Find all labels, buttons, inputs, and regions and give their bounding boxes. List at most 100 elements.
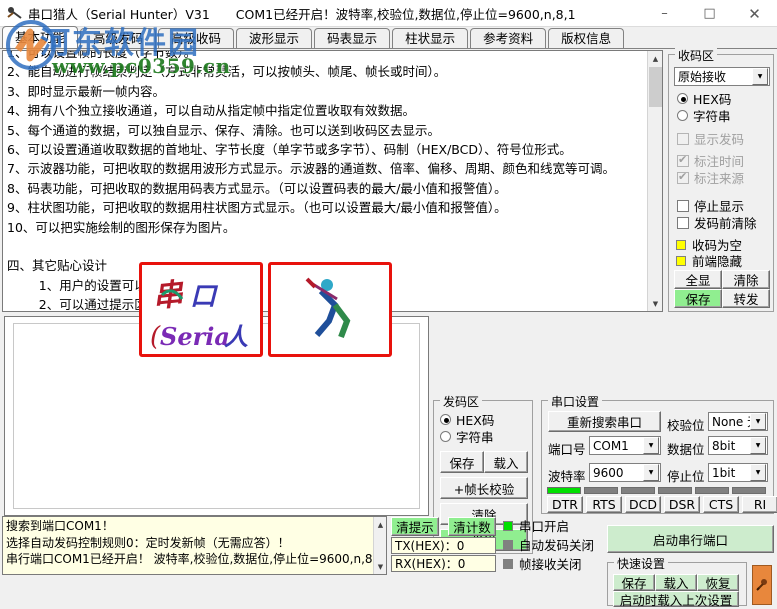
checkbox-indicator[interactable] [677, 199, 689, 212]
check-stop-display[interactable]: 停止显示 [677, 197, 744, 214]
serial-hunter-logo-image: 串 口 ( Seria 人 [150, 277, 248, 352]
load-last-settings-button[interactable]: 启动时载入上次设置 [613, 591, 739, 608]
checkbox-indicator [677, 132, 689, 145]
send-format-hex[interactable]: HEX码 [440, 411, 494, 428]
status-log-panel: 搜索到端口COM1！ 选择自动发码控制规则0：定时发新帧（无需应答）！ 串行端口… [2, 516, 387, 575]
clear-hint-button[interactable]: 清提示 [391, 517, 439, 536]
status-log-text: 搜索到端口COM1！ 选择自动发码控制规则0：定时发新帧（无需应答）！ 串行端口… [6, 519, 384, 566]
parity-combo[interactable]: None 无 ▼ [708, 412, 768, 431]
scroll-up-icon[interactable]: ▲ [648, 51, 662, 66]
scroll-down-icon[interactable]: ▼ [648, 296, 662, 311]
data-bits-combo[interactable]: 8bit ▼ [708, 436, 768, 455]
maximize-button[interactable]: □ [687, 0, 732, 27]
led-dtr-icon [547, 487, 581, 494]
info-panel-scrollbar[interactable]: ▲ ▼ [647, 51, 662, 311]
receive-format-string-label: 字符串 [693, 109, 731, 124]
check-clear-before-send[interactable]: 发码前清除 [677, 214, 757, 231]
baud-rate-value: 9600 [593, 465, 624, 480]
tab-basic-functions[interactable]: 基本功能 [2, 26, 79, 48]
led-dsr-icon [658, 487, 692, 494]
led-frame-receive-off: 帧接收关闭 [503, 555, 582, 572]
status-led-icon [676, 239, 686, 250]
show-all-button[interactable]: 全显 [674, 270, 722, 289]
receive-code-group-label: 收码区 [675, 47, 718, 64]
chevron-down-icon[interactable]: ▼ [752, 68, 768, 85]
receive-format-hex[interactable]: HEX码 [677, 90, 731, 107]
checkbox-indicator [677, 153, 689, 167]
data-bits-value: 8bit [712, 438, 736, 453]
status-led-icon [503, 539, 513, 550]
tab-waveform-display[interactable]: 波形显示 [236, 28, 313, 48]
start-serial-port-button[interactable]: 启动串行端口 [607, 525, 774, 553]
signal-led-strip [547, 487, 766, 494]
receive-code-group: 收码区 原始接收 ▼ HEX码 字符串 显示发码 标注时间 标注来源 停止显示 [668, 47, 774, 312]
stop-bits-label: 停止位 [667, 469, 705, 484]
baud-rate-combo[interactable]: 9600 ▼ [589, 463, 661, 482]
quick-settings-label: 快速设置 [614, 555, 669, 572]
tab-advanced-receive[interactable]: 高级收码 [158, 28, 235, 48]
research-ports-button[interactable]: 重新搜索串口 [548, 411, 661, 432]
port-number-combo[interactable]: COM1 ▼ [589, 436, 661, 455]
pushpin-icon [756, 579, 767, 591]
rx-counter: RX(HEX)：0 [391, 555, 496, 572]
scroll-up-icon[interactable]: ▲ [374, 517, 386, 532]
counters-panel: 清提示 清计数 TX(HEX)：0 RX(HEX)：0 串口开启 自动发码关闭 … [391, 516, 607, 575]
minimize-button[interactable]: – [642, 0, 687, 27]
add-frame-checksum-button[interactable]: +帧长校验 [440, 477, 528, 499]
chevron-down-icon[interactable]: ▼ [750, 464, 766, 481]
rts-button[interactable]: RTS [586, 496, 622, 513]
send-format-string[interactable]: 字符串 [440, 428, 494, 445]
baud-rate-label: 波特率 [548, 469, 586, 484]
led-port-open-label: 串口开启 [519, 519, 570, 534]
hunter-figure-frame [268, 262, 392, 357]
port-number-value: COM1 [593, 438, 629, 453]
tab-meter-display[interactable]: 码表显示 [314, 28, 391, 48]
status-log-scrollbar[interactable]: ▲ ▼ [373, 517, 386, 574]
svg-text:Seria: Seria [160, 322, 230, 351]
radio-indicator [440, 431, 451, 442]
load-send-button[interactable]: 载入 [484, 451, 528, 473]
tab-bar-display[interactable]: 柱状显示 [392, 28, 469, 48]
led-port-open: 串口开启 [503, 517, 569, 534]
svg-text:口: 口 [190, 282, 219, 312]
send-code-group-label: 发码区 [440, 393, 483, 410]
tab-advanced-send[interactable]: 高级发码 [80, 28, 157, 48]
svg-text:人: 人 [224, 322, 248, 351]
dtr-button[interactable]: DTR [547, 496, 583, 513]
check-mark-source: 标注来源 [677, 169, 744, 186]
forward-receive-button[interactable]: 转发 [722, 289, 770, 308]
checkbox-indicator[interactable] [677, 216, 689, 229]
receive-format-string[interactable]: 字符串 [677, 107, 731, 124]
stop-bits-combo[interactable]: 1bit ▼ [708, 463, 768, 482]
led-auto-send-off-label: 自动发码关闭 [519, 538, 595, 553]
chevron-down-icon[interactable]: ▼ [643, 464, 659, 481]
chevron-down-icon[interactable]: ▼ [750, 437, 766, 454]
check-mark-source-label: 标注来源 [694, 171, 745, 186]
logo-image-frame: 串 口 ( Seria 人 [139, 262, 263, 357]
cts-indicator: CTS [703, 496, 739, 513]
app-icon [6, 4, 24, 22]
status-led-icon [676, 255, 686, 266]
scroll-down-icon[interactable]: ▼ [374, 559, 386, 574]
save-receive-button[interactable]: 保存 [674, 289, 722, 308]
tab-copyright[interactable]: 版权信息 [548, 28, 625, 48]
led-ri-icon [732, 487, 766, 494]
window-title: 串口猎人（Serial Hunter）V31 [28, 6, 210, 22]
chevron-down-icon[interactable]: ▼ [643, 437, 659, 454]
tx-counter: TX(HEX)：0 [391, 537, 496, 554]
pushpin-button[interactable] [752, 565, 772, 605]
tab-reference[interactable]: 参考资料 [470, 28, 547, 48]
scrollbar-thumb[interactable] [649, 67, 662, 107]
chevron-down-icon[interactable]: ▼ [750, 413, 766, 430]
window-titlebar: 串口猎人（Serial Hunter）V31 COM1已经开启！波特率,校验位,… [0, 0, 777, 27]
led-front-hidden: 前端隐藏 [676, 252, 742, 269]
clear-receive-button[interactable]: 清除 [722, 270, 770, 289]
close-button[interactable]: ✕ [732, 0, 777, 27]
parity-value: None 无 [712, 415, 750, 429]
stop-bits-value: 1bit [712, 465, 736, 480]
status-led-icon [503, 558, 513, 569]
signal-buttons-row: DTR RTS DCD DSR CTS RI [547, 496, 777, 513]
save-send-button[interactable]: 保存 [440, 451, 484, 473]
clear-count-button[interactable]: 清计数 [448, 517, 496, 536]
receive-mode-combo[interactable]: 原始接收 ▼ [674, 67, 770, 86]
